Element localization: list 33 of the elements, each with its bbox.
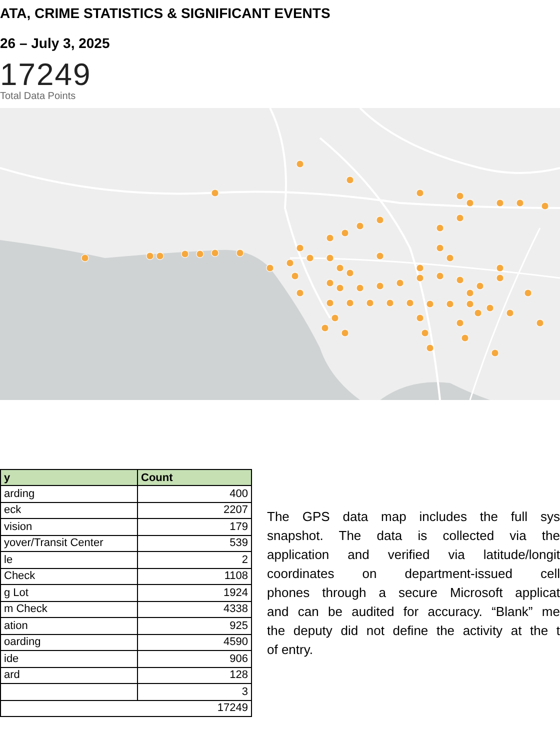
- table-cell: 1108: [138, 568, 252, 584]
- table-cell: 4590: [138, 634, 252, 650]
- report-title: ATA, CRIME STATISTICS & SIGNIFICANT EVENTS: [0, 4, 332, 23]
- table-cell: 128: [138, 667, 252, 684]
- table-cell: 3: [138, 684, 252, 700]
- table-cell: le: [0, 552, 138, 568]
- metric-label: Total Data Points: [0, 91, 77, 103]
- column-header: Count: [138, 470, 252, 486]
- total-cell: 17249: [0, 700, 252, 716]
- description-paragraph: The GPS data map includes the full sys snapshot. The data is collected via the application and verified via latitude/longit coordinates on department-issued cell phones through a secure Microsoft applicat and can be audited for accuracy. “Blank” me the deputy did not define the activity at the t of entry.: [267, 508, 560, 659]
- metric-value: 17249: [0, 60, 92, 90]
- table-cell: yover/Transit Center: [0, 535, 138, 552]
- table-cell: ation: [0, 618, 138, 634]
- table-cell: eck: [0, 502, 138, 518]
- table-cell: ide: [0, 650, 138, 667]
- table-cell: Check: [0, 568, 138, 584]
- table-cell: oarding: [0, 634, 138, 650]
- table-cell: 925: [138, 618, 252, 634]
- table-cell: 2207: [138, 502, 252, 518]
- table-cell: ard: [0, 667, 138, 684]
- date-range: 26 – July 3, 2025: [0, 34, 111, 52]
- table-cell: 539: [138, 535, 252, 552]
- column-header: y: [0, 470, 138, 486]
- table-cell: 906: [138, 650, 252, 667]
- table-cell: m Check: [0, 601, 138, 618]
- table-cell: 1924: [138, 584, 252, 601]
- table-cell: 4338: [138, 601, 252, 618]
- table-cell: g Lot: [0, 584, 138, 601]
- table-cell: 2: [138, 552, 252, 568]
- table-cell: 400: [138, 486, 252, 502]
- table-cell: 179: [138, 518, 252, 535]
- table-cell: arding: [0, 486, 138, 502]
- table-cell: vision: [0, 518, 138, 535]
